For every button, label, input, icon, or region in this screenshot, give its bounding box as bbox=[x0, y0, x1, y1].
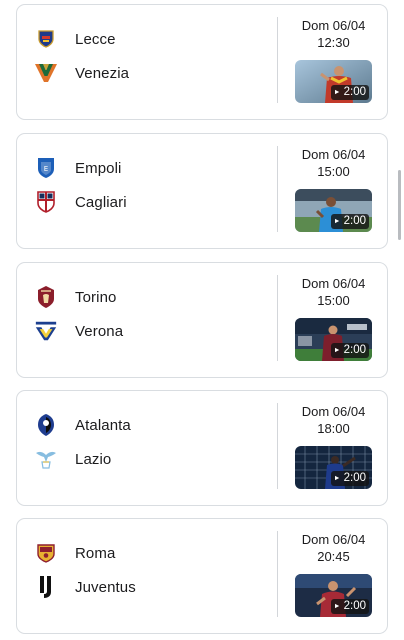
away-team-name: Verona bbox=[75, 322, 124, 340]
video-duration-badge: ► 2:00 bbox=[330, 343, 369, 358]
away-team-name: Cagliari bbox=[75, 193, 127, 211]
away-team-name: Lazio bbox=[75, 450, 112, 468]
play-icon: ► bbox=[333, 218, 341, 225]
video-duration-badge: ► 2:00 bbox=[330, 599, 369, 614]
teams-column: Lecce Venezia bbox=[34, 5, 274, 119]
play-icon: ► bbox=[333, 603, 341, 610]
match-date: Dom 06/04 bbox=[301, 18, 366, 33]
play-icon: ► bbox=[333, 347, 341, 354]
video-duration-badge: ► 2:00 bbox=[330, 214, 369, 229]
lazio-crest-icon bbox=[34, 447, 58, 471]
scrollbar-thumb[interactable] bbox=[398, 170, 401, 240]
video-duration-badge: ► 2:00 bbox=[330, 471, 369, 486]
match-time: 18:00 bbox=[317, 421, 350, 436]
match-card[interactable]: Lecce Venezia Dom 06/04 12:30 ► 2:00 bbox=[16, 4, 388, 120]
home-team-name: Empoli bbox=[75, 159, 122, 177]
home-team: Atalanta bbox=[34, 413, 131, 437]
match-time: 12:30 bbox=[317, 35, 350, 50]
video-duration-badge: ► 2:00 bbox=[330, 85, 369, 100]
match-meta: Dom 06/04 18:00 ► 2:00 bbox=[278, 391, 389, 505]
home-team: Torino bbox=[34, 285, 116, 309]
highlight-video-thumbnail[interactable]: ► 2:00 bbox=[295, 446, 372, 489]
away-team-name: Juventus bbox=[75, 578, 136, 596]
home-team: Lecce bbox=[34, 27, 116, 51]
match-time: 20:45 bbox=[317, 549, 350, 564]
highlight-video-thumbnail[interactable]: ► 2:00 bbox=[295, 574, 372, 617]
home-team: E Empoli bbox=[34, 156, 121, 180]
away-team-name: Venezia bbox=[75, 64, 130, 82]
empoli-crest-icon: E bbox=[34, 156, 58, 180]
home-team-name: Torino bbox=[75, 288, 117, 306]
match-meta: Dom 06/04 12:30 ► 2:00 bbox=[278, 5, 389, 119]
away-team: Venezia bbox=[34, 61, 129, 85]
home-team-name: Roma bbox=[75, 544, 116, 562]
play-icon: ► bbox=[333, 89, 341, 96]
home-team: Roma bbox=[34, 541, 115, 565]
atalanta-crest-icon bbox=[34, 413, 58, 437]
match-card[interactable]: Atalanta Lazio Dom 06/04 18:00 ► 2:00 bbox=[16, 390, 388, 506]
away-team: Verona bbox=[34, 319, 123, 343]
match-card[interactable]: Roma Juventus Dom 06/04 20:45 ► 2:00 bbox=[16, 518, 388, 634]
roma-crest-icon bbox=[34, 541, 58, 565]
match-meta: Dom 06/04 20:45 ► 2:00 bbox=[278, 519, 389, 633]
highlight-video-thumbnail[interactable]: ► 2:00 bbox=[295, 318, 372, 361]
away-team: Lazio bbox=[34, 447, 111, 471]
torino-crest-icon bbox=[34, 285, 58, 309]
teams-column: Torino Verona bbox=[34, 263, 274, 377]
teams-column: Roma Juventus bbox=[34, 519, 274, 633]
video-duration: 2:00 bbox=[343, 344, 366, 356]
match-date: Dom 06/04 bbox=[301, 404, 366, 419]
match-card[interactable]: Torino Verona Dom 06/04 15:00 ► 2:00 bbox=[16, 262, 388, 378]
highlight-video-thumbnail[interactable]: ► 2:00 bbox=[295, 189, 372, 232]
match-time: 15:00 bbox=[317, 164, 350, 179]
match-meta: Dom 06/04 15:00 ► 2:00 bbox=[278, 134, 389, 248]
video-duration: 2:00 bbox=[343, 600, 366, 612]
svg-text:E: E bbox=[44, 165, 48, 173]
match-time: 15:00 bbox=[317, 293, 350, 308]
match-card[interactable]: E Empoli Cagliari Dom 06/04 15:00 ► 2:00 bbox=[16, 133, 388, 249]
away-team: Juventus bbox=[34, 575, 136, 599]
match-date: Dom 06/04 bbox=[301, 276, 366, 291]
match-list-screen: Lecce Venezia Dom 06/04 12:30 ► 2:00 E E… bbox=[0, 0, 404, 640]
verona-crest-icon bbox=[34, 319, 58, 343]
highlight-video-thumbnail[interactable]: ► 2:00 bbox=[295, 60, 372, 103]
match-date: Dom 06/04 bbox=[301, 532, 366, 547]
play-icon: ► bbox=[333, 475, 341, 482]
away-team: Cagliari bbox=[34, 190, 127, 214]
match-meta: Dom 06/04 15:00 ► 2:00 bbox=[278, 263, 389, 377]
teams-column: Atalanta Lazio bbox=[34, 391, 274, 505]
video-duration: 2:00 bbox=[343, 215, 366, 227]
video-duration: 2:00 bbox=[343, 86, 366, 98]
home-team-name: Lecce bbox=[75, 30, 116, 48]
lecce-crest-icon bbox=[34, 27, 58, 51]
juventus-crest-icon bbox=[34, 575, 58, 599]
venezia-crest-icon bbox=[34, 61, 58, 85]
teams-column: E Empoli Cagliari bbox=[34, 134, 274, 248]
cagliari-crest-icon bbox=[34, 190, 58, 214]
video-duration: 2:00 bbox=[343, 472, 366, 484]
home-team-name: Atalanta bbox=[75, 416, 131, 434]
match-date: Dom 06/04 bbox=[301, 147, 366, 162]
